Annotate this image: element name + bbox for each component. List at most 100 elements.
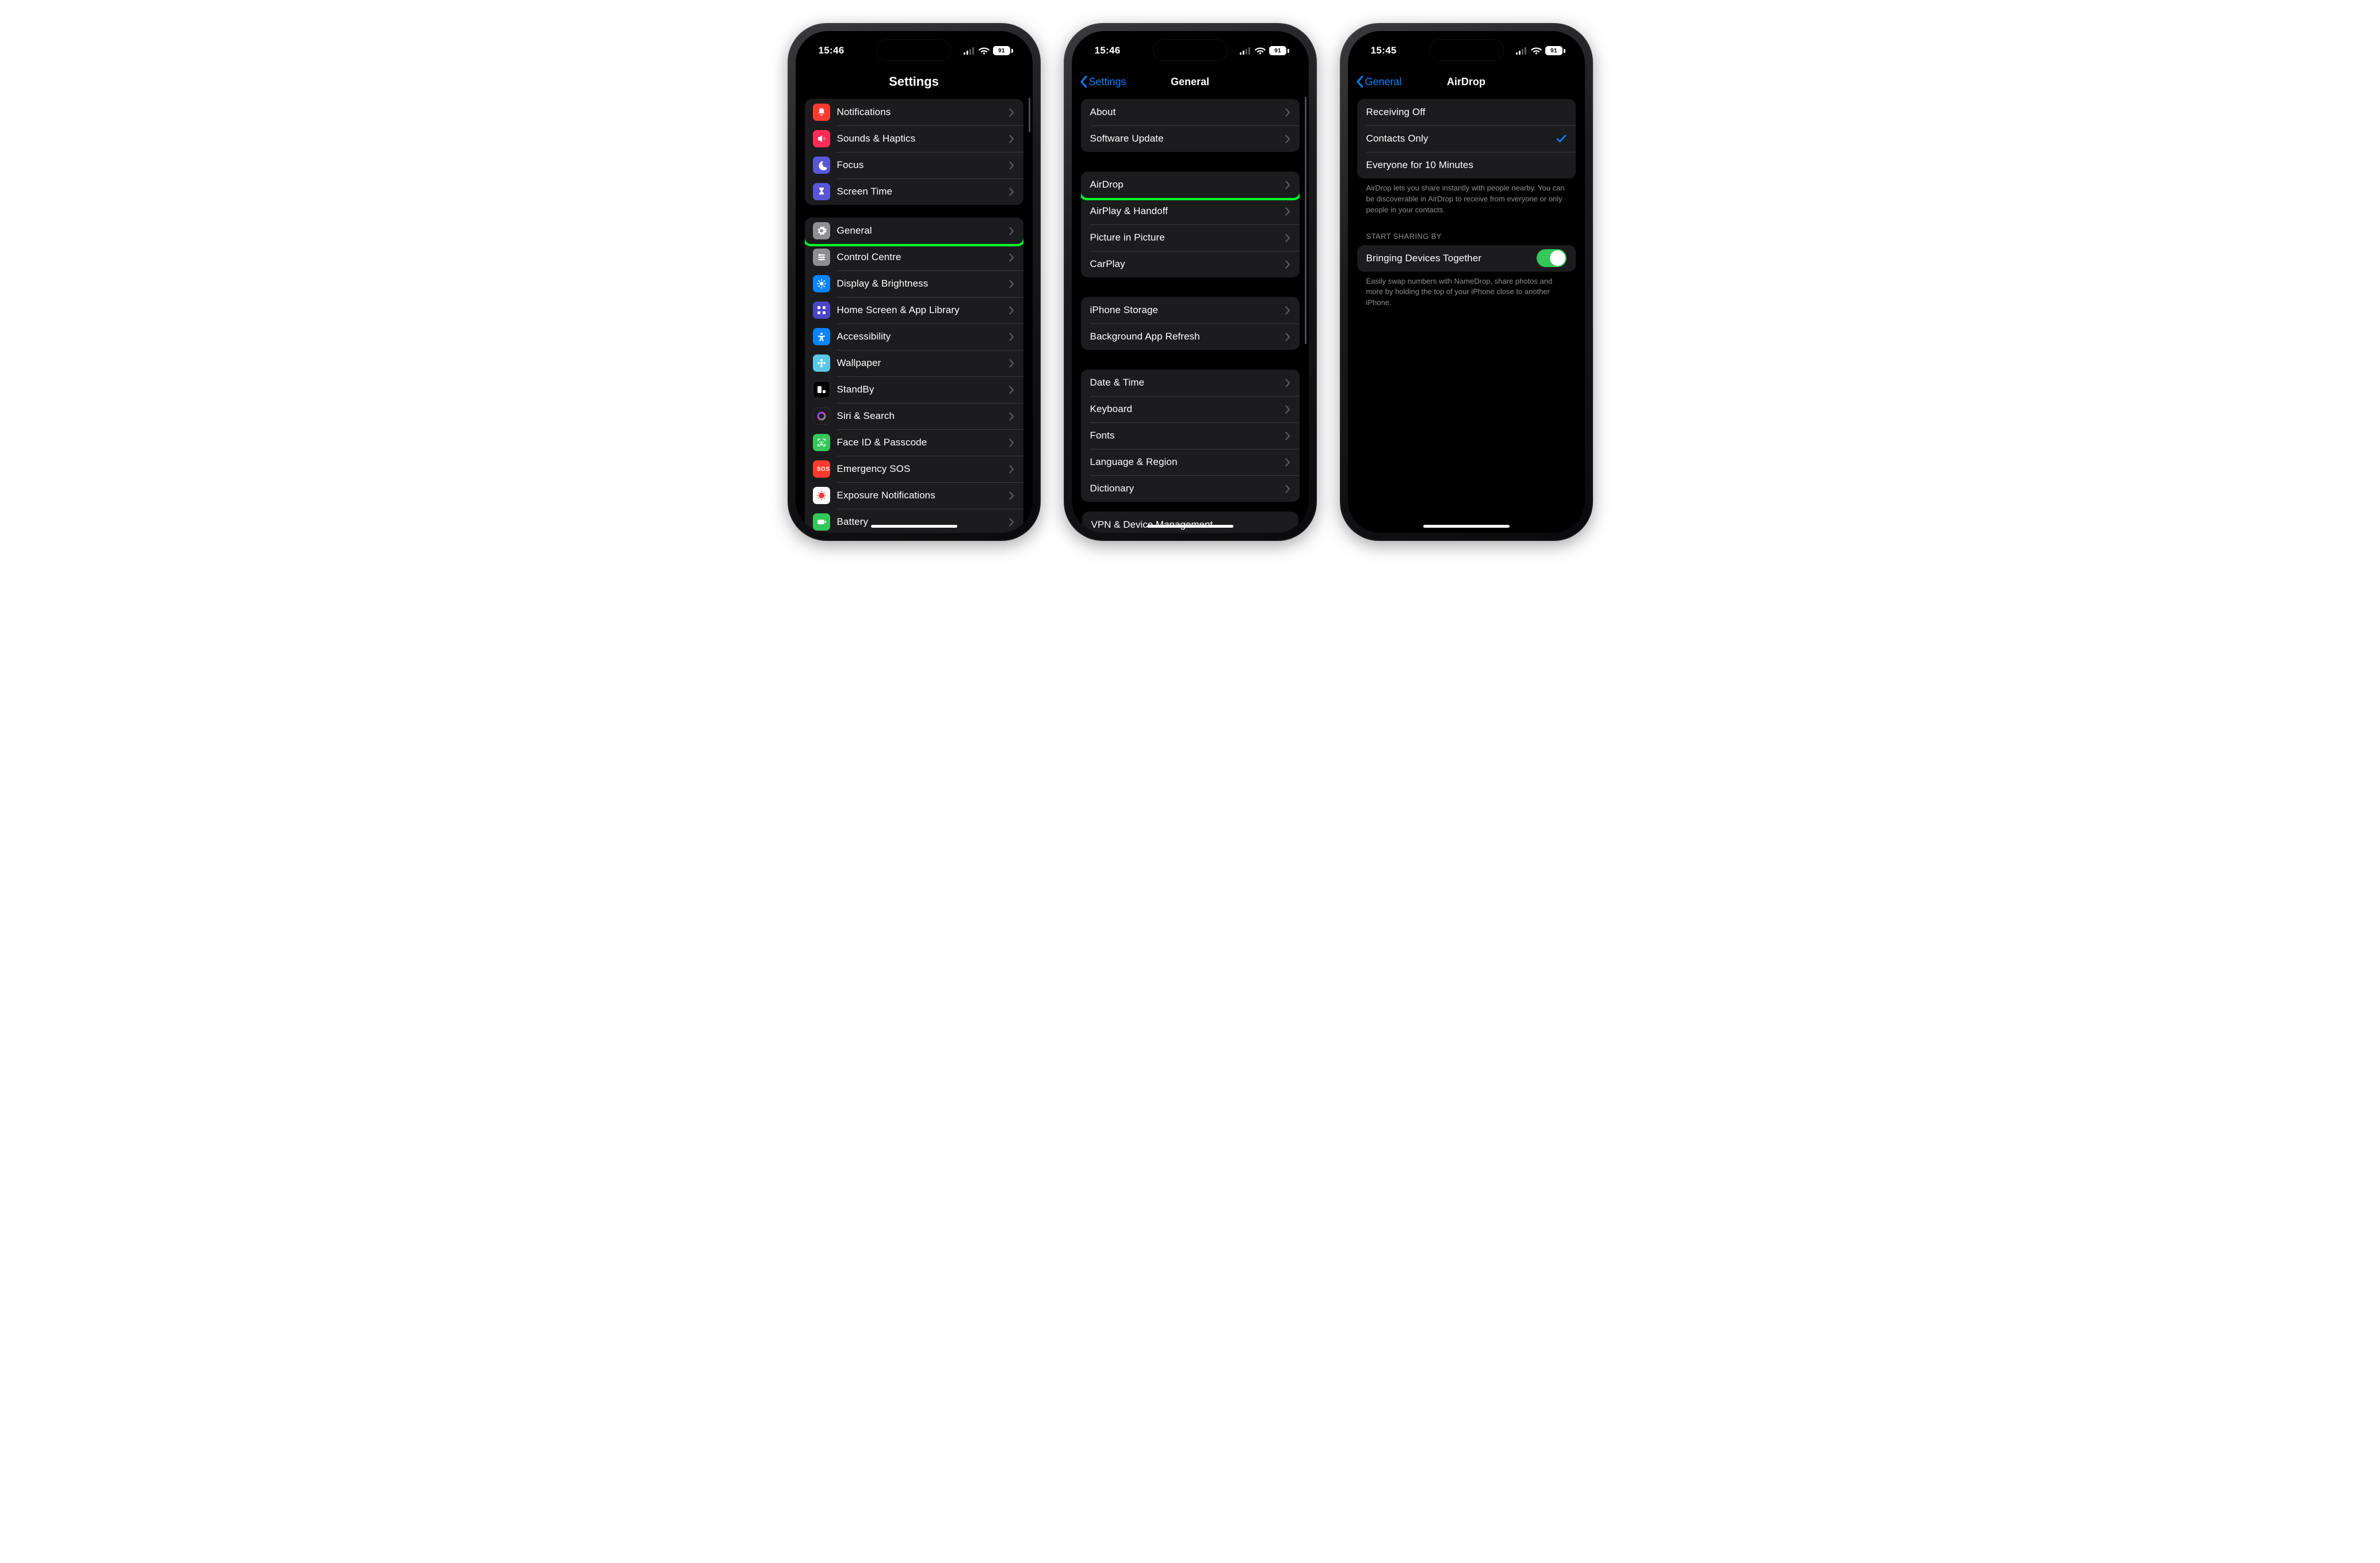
general-row-language-region[interactable]: Language & Region xyxy=(1081,449,1300,475)
dynamic-island xyxy=(1153,39,1228,61)
airdrop-description: AirDrop lets you share instantly with pe… xyxy=(1357,178,1576,216)
scroll-indicator[interactable] xyxy=(1029,98,1030,132)
general-row-date-time[interactable]: Date & Time xyxy=(1081,369,1300,396)
sun-icon xyxy=(813,275,830,292)
speaker-icon xyxy=(813,130,830,147)
chevron-left-icon xyxy=(1356,75,1363,88)
general-row-airplay-handoff[interactable]: AirPlay & Handoff xyxy=(1081,198,1300,224)
settings-row-general[interactable]: General xyxy=(805,218,1023,244)
row-label: Accessibility xyxy=(837,331,1009,342)
gear-icon xyxy=(813,222,830,239)
chevron-right-icon xyxy=(1009,306,1014,315)
nav-bar: Settings General xyxy=(1072,68,1309,96)
row-label: About xyxy=(1090,106,1285,118)
settings-row-display-brightness[interactable]: Display & Brightness xyxy=(805,270,1023,297)
chevron-right-icon xyxy=(1009,439,1014,447)
toggle-switch[interactable] xyxy=(1537,249,1567,267)
chevron-right-icon xyxy=(1285,234,1290,242)
settings-row-control-centre[interactable]: Control Centre xyxy=(805,244,1023,270)
exposure-icon xyxy=(813,487,830,504)
airdrop-option-contacts-only[interactable]: Contacts Only xyxy=(1357,125,1576,152)
scroll-indicator[interactable] xyxy=(1305,97,1306,344)
airdrop-option-receiving-off[interactable]: Receiving Off xyxy=(1357,99,1576,125)
general-row-background-app-refresh[interactable]: Background App Refresh xyxy=(1081,323,1300,350)
general-row-software-update[interactable]: Software Update xyxy=(1081,125,1300,152)
status-time: 15:46 xyxy=(819,45,845,56)
wifi-icon xyxy=(1531,47,1542,55)
chevron-right-icon xyxy=(1285,333,1290,341)
row-label: Emergency SOS xyxy=(837,463,1009,475)
bringing-devices-together-row[interactable]: Bringing Devices Together xyxy=(1357,245,1576,272)
settings-row-standby[interactable]: StandBy xyxy=(805,376,1023,403)
general-row-dictionary[interactable]: Dictionary xyxy=(1081,475,1300,502)
hourglass-icon xyxy=(813,183,830,200)
namedrop-description: Easily swap numbers with NameDrop, share… xyxy=(1357,272,1576,309)
settings-row-face-id-passcode[interactable]: Face ID & Passcode xyxy=(805,429,1023,456)
settings-row-emergency-sos[interactable]: SOS Emergency SOS xyxy=(805,456,1023,482)
dynamic-island xyxy=(877,39,952,61)
row-label: Keyboard xyxy=(1090,403,1285,415)
chevron-right-icon xyxy=(1285,306,1290,315)
row-label: Display & Brightness xyxy=(837,278,1009,289)
general-row-iphone-storage[interactable]: iPhone Storage xyxy=(1081,297,1300,323)
settings-row-accessibility[interactable]: Accessibility xyxy=(805,323,1023,350)
row-label: Software Update xyxy=(1090,133,1285,144)
row-label: Control Centre xyxy=(837,251,1009,263)
row-label: Siri & Search xyxy=(837,410,1009,422)
back-button[interactable]: General xyxy=(1356,68,1402,96)
settings-row-screen-time[interactable]: Screen Time xyxy=(805,178,1023,205)
settings-row-siri-search[interactable]: Siri & Search xyxy=(805,403,1023,429)
general-row-vpn[interactable]: VPN & Device Management xyxy=(1082,512,1298,533)
nav-bar: Settings xyxy=(796,68,1033,96)
status-time: 15:45 xyxy=(1371,45,1397,56)
chevron-right-icon xyxy=(1009,386,1014,394)
row-label: AirPlay & Handoff xyxy=(1090,205,1285,217)
row-label: Picture in Picture xyxy=(1090,232,1285,243)
chevron-right-icon xyxy=(1009,333,1014,341)
general-row-about[interactable]: About xyxy=(1081,99,1300,125)
battery-icon: 91 xyxy=(1545,46,1565,55)
general-row-keyboard[interactable]: Keyboard xyxy=(1081,396,1300,422)
chevron-right-icon xyxy=(1009,135,1014,143)
general-row-fonts[interactable]: Fonts xyxy=(1081,422,1300,449)
siri-icon xyxy=(813,407,830,425)
phone-settings: 15:46 91 Settings NotificationsSounds & … xyxy=(788,23,1041,541)
grid-icon xyxy=(813,302,830,319)
settings-row-wallpaper[interactable]: Wallpaper xyxy=(805,350,1023,376)
chevron-right-icon xyxy=(1009,188,1014,196)
home-indicator[interactable] xyxy=(1423,525,1510,528)
home-indicator[interactable] xyxy=(871,525,957,528)
settings-row-sounds-haptics[interactable]: Sounds & Haptics xyxy=(805,125,1023,152)
row-label: General xyxy=(837,225,1009,237)
settings-row-notifications[interactable]: Notifications xyxy=(805,99,1023,125)
row-label: Date & Time xyxy=(1090,377,1285,388)
chevron-right-icon xyxy=(1009,412,1014,421)
wifi-icon xyxy=(1255,47,1266,55)
row-label: AirDrop xyxy=(1090,179,1285,190)
chevron-right-icon xyxy=(1009,227,1014,235)
chevron-right-icon xyxy=(1285,135,1290,143)
standby-icon xyxy=(813,381,830,398)
home-indicator[interactable] xyxy=(1147,525,1233,528)
row-label: Language & Region xyxy=(1090,456,1285,468)
settings-row-exposure-notifications[interactable]: Exposure Notifications xyxy=(805,482,1023,509)
general-row-carplay[interactable]: CarPlay xyxy=(1081,251,1300,277)
row-label: Sounds & Haptics xyxy=(837,133,1009,144)
back-button[interactable]: Settings xyxy=(1080,68,1126,96)
chevron-right-icon xyxy=(1009,161,1014,170)
general-row-picture-in-picture[interactable]: Picture in Picture xyxy=(1081,224,1300,251)
toggle-label: Bringing Devices Together xyxy=(1366,253,1537,264)
chevron-right-icon xyxy=(1285,108,1290,117)
general-row-airdrop[interactable]: AirDrop xyxy=(1081,171,1300,198)
row-label: Exposure Notifications xyxy=(837,490,1009,501)
cellular-icon xyxy=(964,47,975,55)
option-label: Contacts Only xyxy=(1366,133,1556,144)
settings-row-focus[interactable]: Focus xyxy=(805,152,1023,178)
sos-icon: SOS xyxy=(813,460,830,478)
cellular-icon xyxy=(1240,47,1251,55)
settings-row-home-screen-app-library[interactable]: Home Screen & App Library xyxy=(805,297,1023,323)
chevron-right-icon xyxy=(1285,432,1290,440)
chevron-right-icon xyxy=(1009,253,1014,262)
airdrop-option-everyone-for-minutes[interactable]: Everyone for 10 Minutes xyxy=(1357,152,1576,178)
settings-row-battery[interactable]: Battery xyxy=(805,509,1023,533)
